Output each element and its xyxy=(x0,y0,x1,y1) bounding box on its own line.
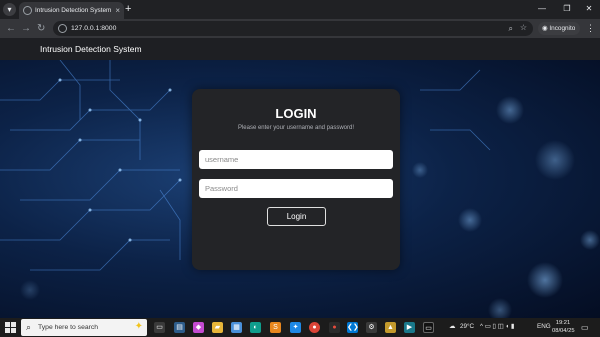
windows-start-icon[interactable] xyxy=(5,322,16,333)
weather-temp[interactable]: 29°C xyxy=(460,321,474,333)
task-view-icon[interactable]: ▭ xyxy=(154,322,165,333)
clock-date: 08/04/25 xyxy=(552,328,575,334)
notification-icon[interactable]: ▭ xyxy=(581,322,589,333)
menu-icon[interactable]: ⋮ xyxy=(586,21,595,36)
app-brand[interactable]: Intrusion Detection System xyxy=(40,43,142,55)
app-icon-blue[interactable]: ✦ xyxy=(290,322,301,333)
copilot-icon[interactable]: ◆ xyxy=(193,322,204,333)
browser-tab[interactable]: Intrusion Detection System × xyxy=(19,2,124,19)
site-info-icon[interactable] xyxy=(58,24,67,33)
taskbar-search-text: Type here to search xyxy=(38,324,99,331)
chrome-icon[interactable]: ● xyxy=(309,322,320,333)
sparkle-icon: ✦ xyxy=(134,321,143,332)
maximize-icon[interactable]: ❐ xyxy=(557,2,577,16)
password-input[interactable] xyxy=(199,179,393,198)
clock-time: 19:21 xyxy=(555,320,571,326)
app-header: Intrusion Detection System xyxy=(0,38,600,60)
app-icon-teal[interactable]: ▶ xyxy=(404,322,415,333)
widgets-icon[interactable]: ▤ xyxy=(174,322,185,333)
edge-icon[interactable]: ◐ xyxy=(250,322,261,333)
new-tab-icon[interactable]: + xyxy=(125,3,131,16)
vscode-icon[interactable]: ❮❯ xyxy=(347,322,359,333)
forward-icon[interactable]: → xyxy=(21,21,31,36)
browser-toolbar: ← → ↻ 127.0.0.1:8000 ⌕ ☆ ◉ Incognito ⋮ xyxy=(0,19,600,38)
login-button[interactable]: Login xyxy=(267,207,326,226)
minimize-icon[interactable]: — xyxy=(532,2,552,16)
browser-tab-strip: ▾ Intrusion Detection System × + — ❐ ✕ xyxy=(0,0,600,19)
language-indicator[interactable]: ENG xyxy=(537,321,551,333)
login-card: LOGIN Please enter your username and pas… xyxy=(192,89,400,270)
login-subtitle: Please enter your username and password! xyxy=(237,125,355,131)
reload-icon[interactable]: ↻ xyxy=(37,21,45,36)
tab-search-icon[interactable]: ▾ xyxy=(3,3,16,16)
app-icon-gold[interactable]: ▲ xyxy=(385,322,396,333)
sublime-icon[interactable]: S xyxy=(270,322,281,333)
search-icon: ⌕ xyxy=(26,322,32,332)
window-close-icon[interactable]: ✕ xyxy=(579,2,599,16)
tab-title: Intrusion Detection System xyxy=(35,7,112,14)
file-explorer-icon[interactable]: ▰ xyxy=(212,322,223,333)
incognito-label: Incognito xyxy=(549,25,576,32)
username-input[interactable] xyxy=(199,150,393,169)
terminal-icon[interactable]: ▭ xyxy=(423,322,434,333)
zoom-icon[interactable]: ⌕ xyxy=(509,23,513,34)
close-icon[interactable]: × xyxy=(115,5,120,16)
incognito-icon: ◉ xyxy=(542,25,548,32)
tray-icons[interactable]: ^ ▭ ▯ ◫ ◖ ▮ xyxy=(480,321,514,333)
store-icon[interactable]: ▦ xyxy=(231,322,242,333)
bookmark-star-icon[interactable]: ☆ xyxy=(520,22,527,34)
favicon xyxy=(23,6,32,15)
back-icon[interactable]: ← xyxy=(6,21,16,36)
taskbar-search[interactable]: ⌕ Type here to search ✦ xyxy=(21,319,147,336)
taskbar-clock[interactable]: 19:21 08/04/25 xyxy=(552,319,575,335)
address-bar[interactable]: 127.0.0.1:8000 ⌕ ☆ xyxy=(53,21,533,36)
login-heading: LOGIN xyxy=(275,106,317,121)
settings-gear-icon[interactable]: ⚙ xyxy=(366,322,377,333)
weather-icon[interactable]: ☁ xyxy=(449,321,455,333)
app-icon-red[interactable]: ● xyxy=(329,322,340,333)
incognito-badge[interactable]: ◉ Incognito xyxy=(538,22,581,35)
windows-taskbar: ⌕ Type here to search ✦ ▭ ▤ ◆ ▰ ▦ ◐ S ✦ … xyxy=(0,318,600,337)
url-text[interactable]: 127.0.0.1:8000 xyxy=(71,23,116,34)
